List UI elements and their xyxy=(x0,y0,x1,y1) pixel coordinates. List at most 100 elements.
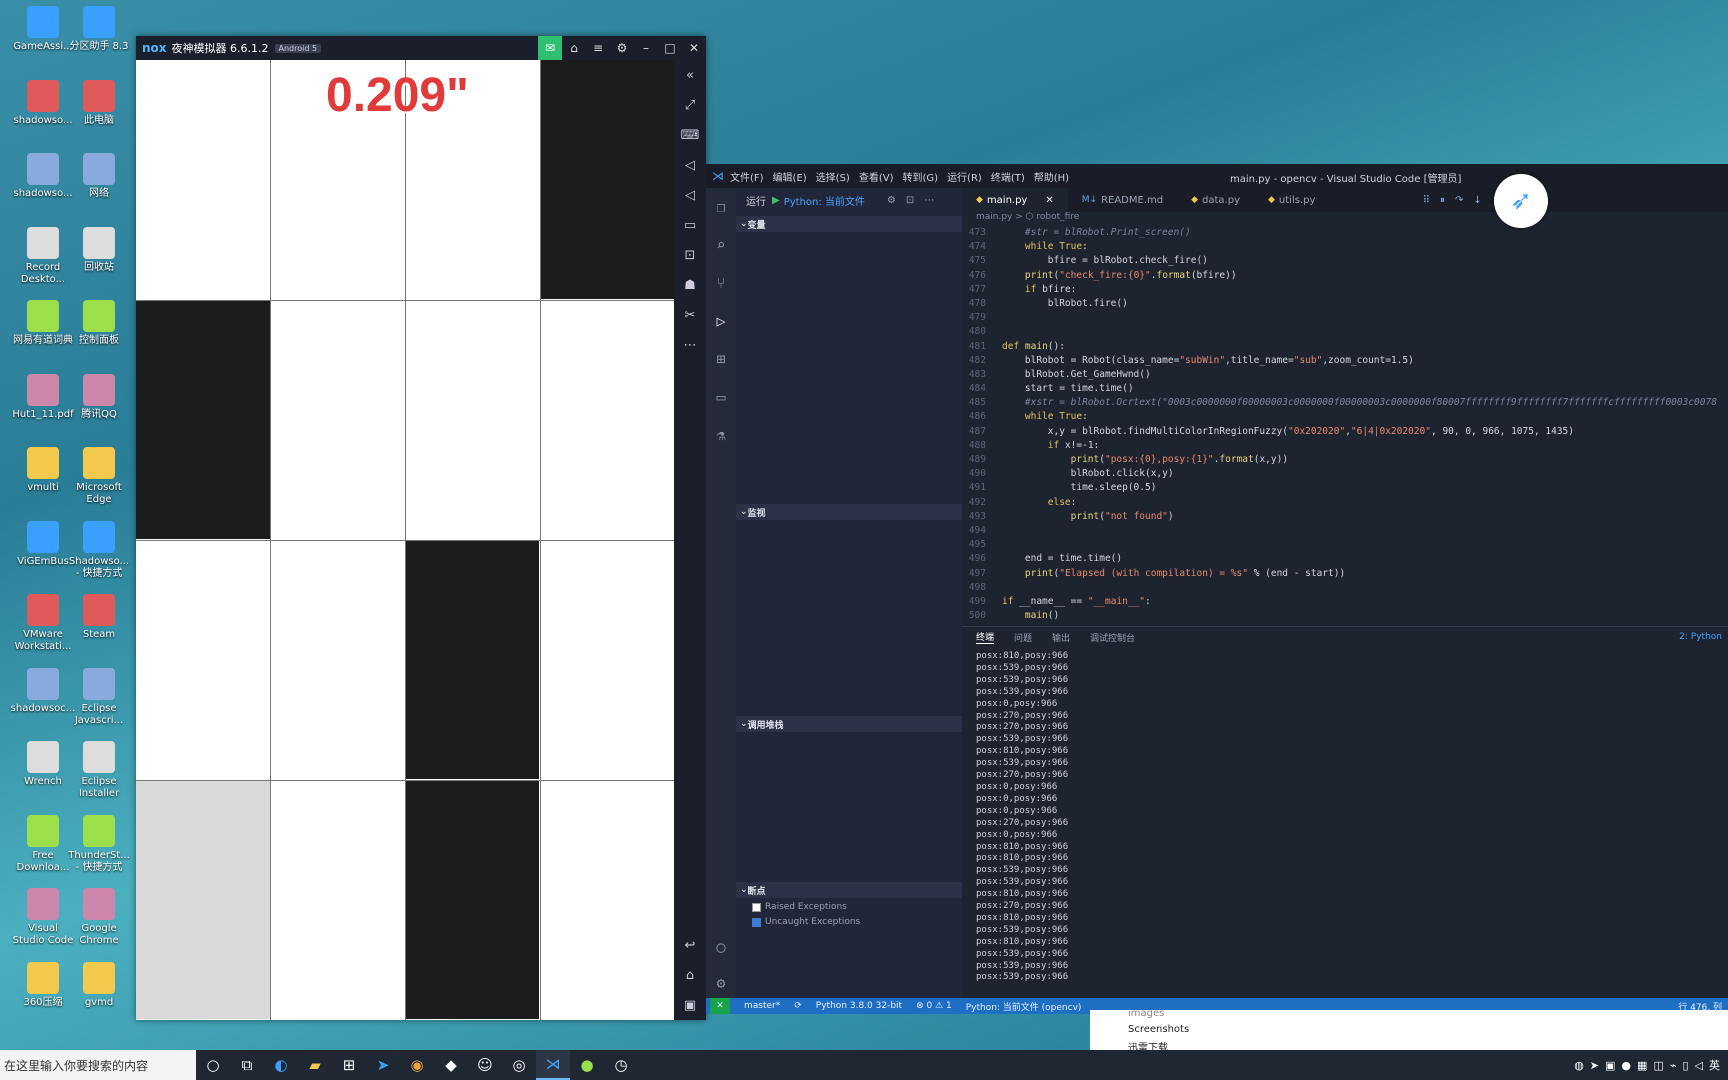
sync-icon[interactable]: ⟳ xyxy=(794,1001,802,1011)
green-app-icon[interactable]: ● xyxy=(570,1050,604,1080)
game-tile[interactable] xyxy=(136,60,270,299)
collapse-icon[interactable]: « xyxy=(674,60,706,90)
drag-handle-icon[interactable]: ⠿ xyxy=(1423,195,1430,206)
game-tile[interactable] xyxy=(540,300,674,539)
desktop-icon[interactable]: ThunderSt... - 快捷方式 xyxy=(64,814,134,874)
tray-icon[interactable]: ● xyxy=(1621,1059,1631,1072)
panel-tab[interactable]: 调试控制台 xyxy=(1090,631,1135,644)
manage-gear-icon[interactable]: ⚙ xyxy=(706,964,736,1002)
tray-icon[interactable]: ▦ xyxy=(1637,1059,1647,1072)
tab-utils-py[interactable]: ◆ utils.py xyxy=(1254,188,1329,212)
home-icon[interactable]: ⌂ xyxy=(674,960,706,990)
back-icon[interactable]: ↩ xyxy=(674,930,706,960)
keyboard-icon[interactable]: ⌨ xyxy=(674,120,706,150)
desktop-icon[interactable]: Microsoft Edge xyxy=(64,447,134,506)
code-line[interactable]: 490 blRobot.click(x,y) xyxy=(962,467,1728,481)
code-line[interactable]: 476 print("check_fire:{0}".format(bfire)… xyxy=(962,269,1728,283)
code-line[interactable]: 482 blRobot = Robot(class_name="subWin",… xyxy=(962,354,1728,368)
extensions-icon[interactable]: ⊞ xyxy=(706,340,736,378)
tray-icon[interactable]: ▣ xyxy=(1605,1059,1615,1072)
menu-item[interactable]: 转到(G) xyxy=(903,173,939,184)
game-tile[interactable] xyxy=(136,780,270,1019)
mail-icon[interactable]: ✉ xyxy=(538,36,562,60)
edge-icon[interactable]: ◐ xyxy=(264,1050,298,1080)
breakpoints-section[interactable]: ⌄ 断点 xyxy=(736,882,962,898)
menu-item[interactable]: 选择(S) xyxy=(816,173,850,184)
folder-item[interactable]: images xyxy=(1128,1008,1164,1019)
terminal-output[interactable]: posx:810,posy:966 posx:539,posy:966 posx:5… xyxy=(962,647,1728,984)
menu-icon[interactable]: ≡ xyxy=(586,36,610,60)
start-debug-icon[interactable]: ▶ xyxy=(772,195,780,206)
user-app-icon[interactable]: ☺ xyxy=(468,1050,502,1080)
clock-app-icon[interactable]: ◷ xyxy=(604,1050,638,1080)
file-explorer-icon[interactable]: ▰ xyxy=(298,1050,332,1080)
desktop-icon[interactable]: 腾讯QQ xyxy=(64,373,134,421)
volume-up-icon[interactable]: ◁ xyxy=(674,150,706,180)
watch-section[interactable]: ⌄ 监视 xyxy=(736,504,962,520)
code-line[interactable]: 478 blRobot.fire() xyxy=(962,297,1728,311)
more-icon[interactable]: ⋯ xyxy=(674,330,706,360)
game-tile[interactable] xyxy=(405,300,539,539)
code-line[interactable]: 497 print("Elapsed (with compilation) = … xyxy=(962,567,1728,581)
install-icon[interactable]: ⊡ xyxy=(674,240,706,270)
screen-icon[interactable]: ▭ xyxy=(674,210,706,240)
game-tile[interactable] xyxy=(136,300,270,539)
tab-readme[interactable]: M↓ README.md xyxy=(1068,188,1177,212)
more-actions-icon[interactable]: ⋯ xyxy=(924,195,934,206)
menu-item[interactable]: 编辑(E) xyxy=(773,173,807,184)
code-line[interactable]: 475 bfire = blRobot.check_fire() xyxy=(962,254,1728,268)
checkbox[interactable] xyxy=(752,902,761,912)
floating-bird-avatar[interactable]: ➶ xyxy=(1494,174,1548,228)
remote-status-icon[interactable]: ✕ xyxy=(710,998,730,1014)
code-line[interactable]: 487 x,y = blRobot.findMultiColorInRegion… xyxy=(962,425,1728,439)
app-icon[interactable]: ◆ xyxy=(434,1050,468,1080)
game-tile[interactable] xyxy=(539,60,674,299)
tray-icon[interactable]: ◍ xyxy=(1574,1059,1584,1072)
variables-section[interactable]: ⌄ 变量 xyxy=(736,216,962,232)
code-line[interactable]: 495 xyxy=(962,538,1728,552)
desktop-icon[interactable]: Eclipse Javascri... xyxy=(64,667,134,727)
breakpoint-uncaught[interactable]: Uncaught Exceptions xyxy=(752,917,860,927)
minimize-button[interactable]: – xyxy=(634,36,658,60)
python-interpreter[interactable]: Python 3.8.0 32-bit xyxy=(816,1001,902,1011)
telegram-icon[interactable]: ➤ xyxy=(366,1050,400,1080)
test-icon[interactable]: ⚗ xyxy=(706,416,736,454)
run-config-select[interactable]: Python: 当前文件 xyxy=(784,193,865,208)
code-line[interactable]: 499 if __name__ == "__main__": xyxy=(962,595,1728,609)
game-board[interactable]: 0.209" xyxy=(136,60,674,1020)
taskbar-search[interactable]: 在这里输入你要搜索的内容 xyxy=(0,1050,196,1080)
remote-icon[interactable]: ▭ xyxy=(706,378,736,416)
code-line[interactable]: 474 while True: xyxy=(962,240,1728,254)
close-button[interactable]: ✕ xyxy=(682,36,706,60)
language-indicator[interactable]: 英 xyxy=(1709,1057,1720,1073)
code-line[interactable]: 496 end = time.time() xyxy=(962,552,1728,566)
checkbox[interactable] xyxy=(752,917,761,927)
problems-status[interactable]: ⊗ 0 ⚠ 1 xyxy=(916,1001,952,1011)
game-tile[interactable] xyxy=(540,780,674,1019)
desktop-icon[interactable]: 此电脑 xyxy=(64,79,134,127)
code-line[interactable]: 479 xyxy=(962,311,1728,325)
code-line[interactable]: 489 print("posx:{0},posy:{1}".format(x,y… xyxy=(962,453,1728,467)
folder-item[interactable]: Screenshots xyxy=(1128,1024,1189,1035)
tab-data-py[interactable]: ◆ data.py xyxy=(1177,188,1254,212)
panel-tab[interactable]: 终端 xyxy=(976,630,995,644)
tab-main-py[interactable]: ◆ main.py ✕ xyxy=(962,188,1068,212)
desktop-icon[interactable]: 回收站 xyxy=(64,226,134,274)
run-debug-icon[interactable]: ▷ xyxy=(706,302,736,340)
cortana-icon[interactable]: ○ xyxy=(196,1050,230,1080)
step-into-icon[interactable]: ↓ xyxy=(1473,195,1481,206)
desktop-icon[interactable]: 控制面板 xyxy=(64,300,134,347)
game-tile[interactable] xyxy=(271,540,405,779)
battery-icon[interactable]: ▯ xyxy=(1682,1059,1688,1072)
chrome-icon[interactable]: ◉ xyxy=(400,1050,434,1080)
fullscreen-icon[interactable]: ⤢ xyxy=(674,90,706,120)
account-icon[interactable]: ◯ xyxy=(706,928,736,966)
robot-icon[interactable]: ☗ xyxy=(674,270,706,300)
pause-icon[interactable]: ⏸ xyxy=(1440,195,1445,206)
code-line[interactable]: 480 xyxy=(962,325,1728,339)
menu-item[interactable]: 查看(V) xyxy=(859,173,894,184)
panel-tab[interactable]: 输出 xyxy=(1052,631,1070,644)
code-line[interactable]: 486 while True: xyxy=(962,410,1728,424)
shirt-icon[interactable]: ⌂ xyxy=(562,36,586,60)
search-icon[interactable]: ⌕ xyxy=(706,226,736,264)
